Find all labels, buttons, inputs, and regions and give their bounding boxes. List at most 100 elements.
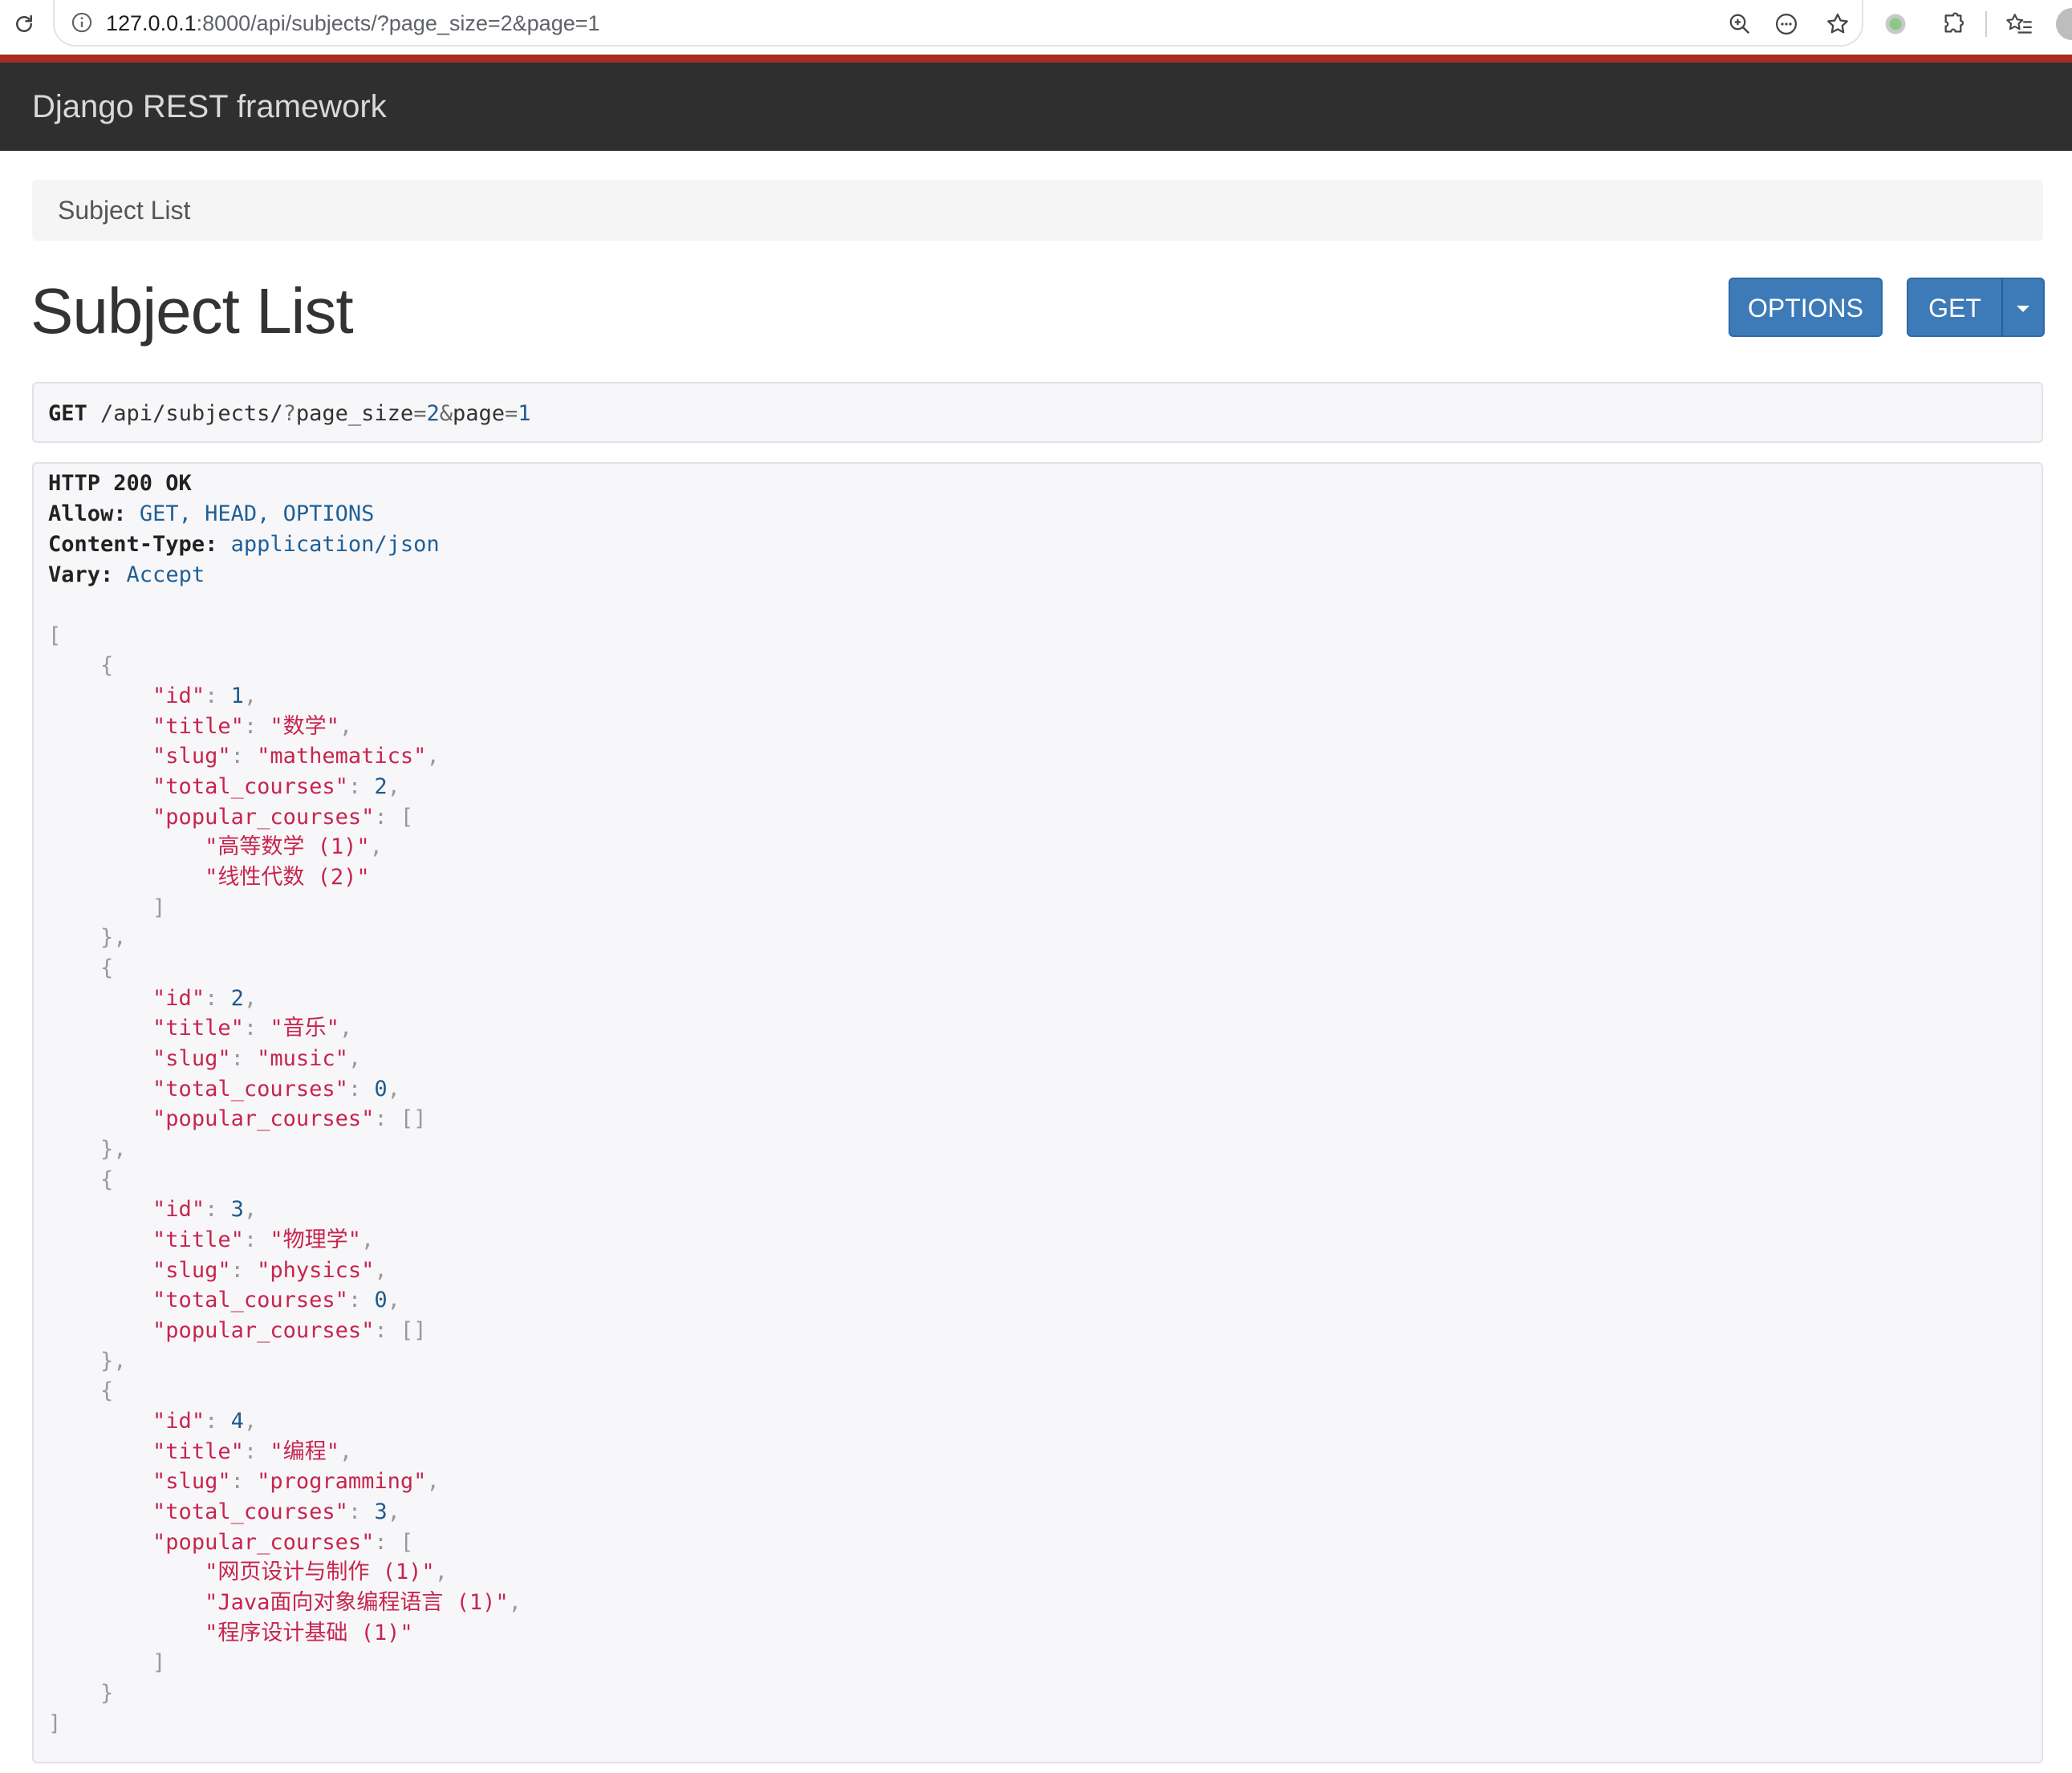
header-value: Accept bbox=[126, 562, 205, 587]
json-close-bracket: ] bbox=[48, 1711, 62, 1736]
json-string: "music" bbox=[257, 1046, 348, 1071]
header-name: Allow: bbox=[48, 501, 127, 526]
json-array-item: "高等数学 (1)", bbox=[205, 834, 383, 859]
json-object-close: }, bbox=[48, 1349, 127, 1373]
options-button[interactable]: OPTIONS bbox=[1729, 278, 1883, 337]
json-string: "数学" bbox=[270, 714, 339, 739]
page-title: Subject List bbox=[30, 275, 354, 347]
json-key: "id" bbox=[152, 986, 205, 1011]
json-number: 0 bbox=[374, 1077, 388, 1102]
json-string: "线性代数 (2)" bbox=[205, 865, 370, 890]
json-line-title: "title": "音乐", bbox=[152, 1016, 353, 1041]
json-line-id: "id": 1, bbox=[152, 684, 258, 708]
breadcrumb: Subject List bbox=[32, 180, 2043, 241]
request-param-eq: = bbox=[413, 401, 427, 426]
json-array-item: "Java面向对象编程语言 (1)", bbox=[205, 1590, 522, 1615]
url-text[interactable]: 127.0.0.1:8000/api/subjects/?page_size=2… bbox=[106, 10, 600, 37]
response-header-vary: Vary: Accept bbox=[48, 560, 205, 590]
toolbar-separator bbox=[1985, 11, 1987, 37]
json-number: 1 bbox=[230, 684, 244, 708]
caret-down-icon bbox=[2017, 305, 2029, 312]
zoom-icon[interactable] bbox=[1724, 8, 1756, 40]
json-line-slug: "slug": "physics", bbox=[152, 1258, 388, 1283]
json-key: "total_courses" bbox=[152, 1077, 348, 1102]
address-bar[interactable]: 127.0.0.1:8000/api/subjects/?page_size=2… bbox=[53, 0, 1863, 47]
url-path: :8000/api/subjects/?page_size=2&page=1 bbox=[196, 11, 600, 35]
request-info: GET /api/subjects/?page_size=2&page=1 bbox=[32, 382, 2043, 443]
request-line: GET /api/subjects/?page_size=2&page=1 bbox=[48, 383, 531, 444]
extension-status-icon[interactable] bbox=[1878, 6, 1913, 42]
site-info-icon[interactable] bbox=[69, 10, 95, 35]
reload-icon[interactable] bbox=[6, 6, 42, 42]
json-number: 4 bbox=[230, 1409, 244, 1434]
json-key: "popular_courses" bbox=[152, 805, 375, 830]
json-line-title: "title": "数学", bbox=[152, 714, 353, 739]
json-key: "popular_courses" bbox=[152, 1106, 375, 1131]
json-key: "slug" bbox=[152, 1258, 231, 1283]
json-key: "popular_courses" bbox=[152, 1530, 375, 1555]
json-key: "slug" bbox=[152, 744, 231, 769]
json-number: 2 bbox=[374, 774, 388, 799]
json-object-open: { bbox=[48, 955, 114, 980]
json-number: 3 bbox=[374, 1499, 388, 1524]
json-line-total-courses: "total_courses": 0, bbox=[152, 1288, 400, 1313]
page-actions-icon[interactable] bbox=[1770, 8, 1802, 40]
json-string: "程序设计基础 (1)" bbox=[205, 1621, 413, 1645]
extensions-puzzle-icon[interactable] bbox=[1936, 6, 1971, 42]
json-number: 2 bbox=[230, 986, 244, 1011]
url-host: 127.0.0.1 bbox=[106, 11, 197, 35]
json-open-bracket: [ bbox=[48, 623, 62, 648]
json-object-open: { bbox=[48, 1378, 114, 1403]
json-key: "title" bbox=[152, 1016, 244, 1041]
json-string: "mathematics" bbox=[257, 744, 427, 769]
request-param-amp: & bbox=[439, 401, 453, 426]
request-param-eq: = bbox=[505, 401, 518, 426]
navbar-brand[interactable]: Django REST framework bbox=[32, 63, 387, 151]
json-object-open: { bbox=[48, 653, 114, 678]
json-string: "物理学" bbox=[270, 1227, 361, 1252]
get-format-dropdown[interactable] bbox=[2001, 278, 2045, 337]
request-method: GET bbox=[48, 401, 87, 426]
response-info: HTTP 200 OK Allow: GET, HEAD, OPTIONS Co… bbox=[32, 462, 2043, 1763]
json-object-open: { bbox=[48, 1167, 114, 1192]
json-object-close: } bbox=[48, 1681, 114, 1706]
profile-avatar[interactable] bbox=[2056, 8, 2072, 40]
json-key: "id" bbox=[152, 1409, 205, 1434]
request-param-page-size-value: 2 bbox=[426, 401, 440, 426]
json-string: "高等数学 (1)" bbox=[205, 834, 370, 859]
json-line-id: "id": 3, bbox=[152, 1197, 258, 1222]
json-key: "slug" bbox=[152, 1469, 231, 1494]
bookmark-star-icon[interactable] bbox=[1822, 8, 1854, 40]
get-button[interactable]: GET bbox=[1907, 278, 2003, 337]
json-key: "slug" bbox=[152, 1046, 231, 1071]
json-line-slug: "slug": "programming", bbox=[152, 1469, 440, 1494]
json-array-item: "网页设计与制作 (1)", bbox=[205, 1560, 448, 1584]
json-array-item: "线性代数 (2)" bbox=[48, 862, 370, 893]
json-key: "title" bbox=[152, 1227, 244, 1252]
json-line-popular-courses: "popular_courses": [ bbox=[152, 1530, 414, 1555]
breadcrumb-item-subject-list[interactable]: Subject List bbox=[58, 180, 190, 241]
json-line-title: "title": "编程", bbox=[152, 1439, 353, 1464]
json-string: "physics" bbox=[257, 1258, 375, 1283]
json-line-slug: "slug": "mathematics", bbox=[152, 744, 440, 769]
json-key: "id" bbox=[152, 1197, 205, 1222]
json-line-title: "title": "物理学", bbox=[152, 1227, 375, 1252]
header-name: Content-Type: bbox=[48, 532, 218, 557]
favorites-icon[interactable] bbox=[2001, 6, 2037, 42]
json-string: "Java面向对象编程语言 (1)" bbox=[205, 1590, 509, 1615]
json-line-total-courses: "total_courses": 2, bbox=[152, 774, 400, 799]
json-key: "total_courses" bbox=[152, 774, 348, 799]
json-key: "title" bbox=[152, 714, 244, 739]
response-header-content-type: Content-Type: application/json bbox=[48, 529, 440, 560]
json-number: 3 bbox=[230, 1197, 244, 1222]
response-status: HTTP 200 OK bbox=[48, 469, 192, 499]
json-line-slug: "slug": "music", bbox=[152, 1046, 362, 1071]
request-param-page-value: 1 bbox=[518, 401, 531, 426]
json-line-id: "id": 2, bbox=[152, 986, 258, 1011]
request-path: /api/subjects/ bbox=[100, 401, 283, 426]
navbar-accent-strip bbox=[0, 55, 2072, 63]
json-string: "音乐" bbox=[270, 1016, 339, 1041]
json-array-close: ] bbox=[48, 1650, 166, 1675]
request-query-mark: ? bbox=[282, 401, 296, 426]
json-line-popular-courses: "popular_courses": [] bbox=[152, 1106, 427, 1131]
